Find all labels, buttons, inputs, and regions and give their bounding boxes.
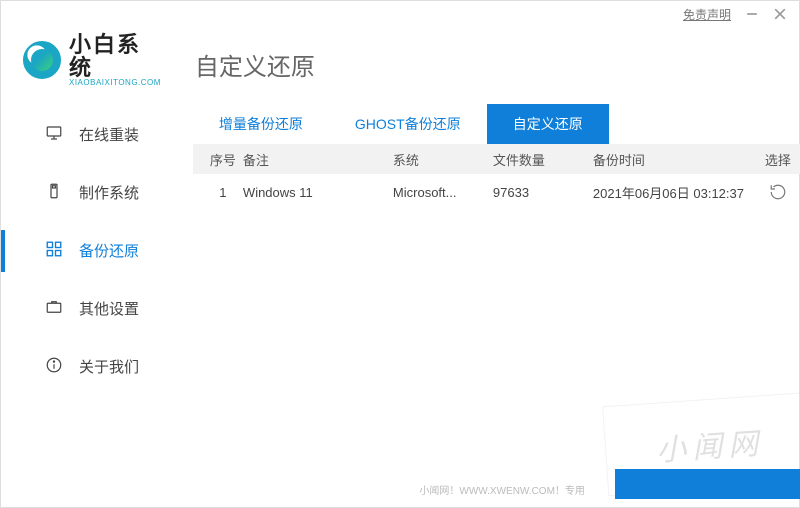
backup-table: 序号 备注 系统 文件数量 备份时间 选择 1 Windows 11 Micro… (193, 144, 800, 210)
nav-label: 制作系统 (79, 182, 139, 203)
th-remark: 备注 (243, 150, 393, 169)
tab-incremental[interactable]: 增量备份还原 (193, 104, 329, 144)
tab-custom[interactable]: 自定义还原 (487, 104, 609, 144)
table-header: 序号 备注 系统 文件数量 备份时间 选择 (193, 144, 800, 174)
restore-icon[interactable] (769, 183, 787, 201)
disclaimer-link[interactable]: 免责声明 (683, 6, 731, 23)
th-select: 选择 (753, 150, 800, 169)
nav-item-reinstall[interactable]: 在线重装 (1, 106, 175, 164)
tabs: 增量备份还原 GHOST备份还原 自定义还原 (193, 104, 800, 144)
th-system: 系统 (393, 150, 493, 169)
footer-caption: 小闻网！WWW.XWENW.COM！专用 (419, 482, 585, 497)
nav-item-make[interactable]: 制作系统 (1, 164, 175, 222)
brand-subtitle: XIAOBAIXITONG.COM (69, 79, 161, 87)
nav-label: 备份还原 (79, 240, 139, 261)
td-remark: Windows 11 (243, 185, 393, 200)
td-count: 97633 (493, 185, 593, 200)
brand-logo: 小白系统 XIAOBAIXITONG.COM (1, 33, 175, 106)
page-title: 自定义还原 (193, 35, 800, 104)
close-button[interactable] (773, 7, 787, 21)
nav-label: 其他设置 (79, 298, 139, 319)
th-seq: 序号 (203, 150, 243, 169)
grid-icon (45, 240, 63, 261)
nav-item-backup[interactable]: 备份还原 (1, 222, 175, 280)
nav-item-about[interactable]: 关于我们 (1, 338, 175, 396)
titlebar: 免责声明 (1, 1, 799, 27)
monitor-icon (45, 124, 63, 145)
nav-label: 关于我们 (79, 356, 139, 377)
primary-action-button[interactable] (615, 469, 800, 499)
brand-title: 小白系统 (69, 33, 161, 79)
td-time: 2021年06月06日 03:12:37 (593, 183, 753, 202)
td-action (753, 183, 800, 201)
th-time: 备份时间 (593, 150, 753, 169)
tab-ghost[interactable]: GHOST备份还原 (329, 104, 487, 144)
nav-label: 在线重装 (79, 124, 139, 145)
usb-icon (45, 182, 63, 203)
table-row[interactable]: 1 Windows 11 Microsoft... 97633 2021年06月… (193, 174, 800, 210)
briefcase-icon (45, 298, 63, 319)
th-count: 文件数量 (493, 150, 593, 169)
nav-item-settings[interactable]: 其他设置 (1, 280, 175, 338)
info-icon (45, 356, 63, 377)
logo-icon (23, 41, 61, 79)
td-seq: 1 (203, 185, 243, 200)
main-panel: 自定义还原 增量备份还原 GHOST备份还原 自定义还原 序号 备注 系统 文件… (175, 27, 800, 507)
sidebar: 小白系统 XIAOBAIXITONG.COM 在线重装 制作系统 备份还原 (1, 27, 175, 507)
td-system: Microsoft... (393, 185, 493, 200)
minimize-button[interactable] (745, 7, 759, 21)
